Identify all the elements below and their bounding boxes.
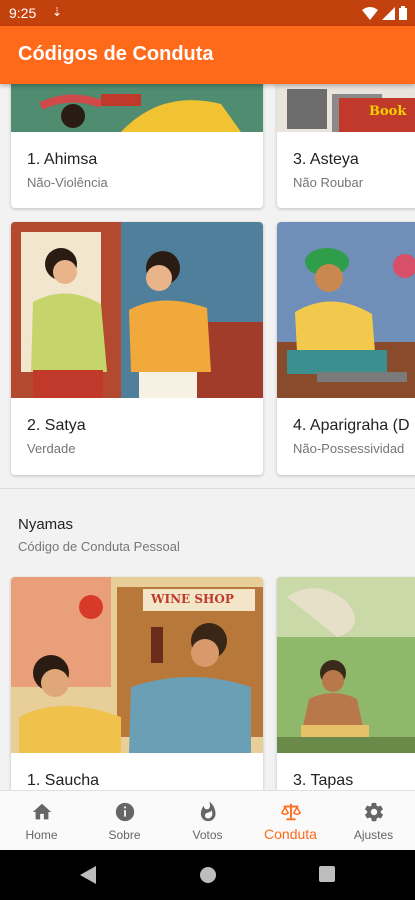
content-scroll[interactable]: 1. Ahimsa Não-Violência Book 3. Asteya N… [0, 84, 415, 790]
status-time: 9:25 [9, 5, 37, 21]
card-asteya[interactable]: Book 3. Asteya Não Roubar [277, 84, 415, 208]
app-bar: Códigos de Conduta [0, 26, 415, 84]
gear-icon [364, 802, 383, 822]
nav-label: Sobre [108, 828, 141, 842]
status-bar: 9:25 ⇣ [0, 0, 415, 26]
section-divider [0, 488, 415, 489]
nav-home[interactable]: Home [0, 791, 83, 850]
card-subtitle: Verdade [27, 441, 76, 456]
back-icon[interactable] [80, 866, 96, 884]
book-sign: Book [369, 104, 407, 119]
section-title: Nyamas [18, 516, 74, 533]
recents-icon[interactable] [319, 866, 335, 882]
card-title: 3. Tapas [293, 772, 354, 789]
card-subtitle: Não Roubar [293, 175, 364, 190]
card-ahimsa[interactable]: 1. Ahimsa Não-Violência [11, 84, 263, 208]
signal-icon [382, 6, 395, 20]
card-subtitle: Não-Possessividad [293, 441, 405, 456]
card-tapas[interactable]: 3. Tapas [277, 577, 415, 790]
card-title: 1. Ahimsa [27, 151, 98, 168]
home-icon [32, 803, 51, 820]
aparigraha-illustration [277, 222, 415, 398]
nav-label: Conduta [264, 826, 317, 842]
card-title: 3. Asteya [293, 151, 359, 168]
scales-icon [280, 803, 301, 821]
card-title: 2. Satya [27, 417, 86, 434]
nav-label: Home [25, 828, 58, 842]
nav-ajustes[interactable]: Ajustes [332, 791, 415, 850]
nav-sobre[interactable]: Sobre [83, 791, 166, 850]
battery-icon [399, 6, 407, 20]
home-circle-icon[interactable] [199, 866, 217, 884]
card-saucha[interactable]: WINE SHOP 1. Saucha [11, 577, 263, 790]
bottom-nav: Home Sobre Votos Conduta Ajustes [0, 790, 415, 850]
ahimsa-illustration [11, 84, 263, 132]
status-icons [362, 6, 407, 20]
nav-label: Votos [192, 828, 223, 842]
info-icon [115, 802, 134, 822]
wine-shop-sign: WINE SHOP [151, 592, 234, 606]
card-title: 1. Saucha [27, 772, 100, 789]
card-title: 4. Aparigraha (D [293, 417, 410, 434]
nav-votos[interactable]: Votos [166, 791, 249, 850]
wifi-icon [362, 6, 378, 20]
tapas-illustration [277, 577, 415, 753]
nav-label: Ajustes [353, 828, 394, 842]
card-satya[interactable]: 2. Satya Verdade [11, 222, 263, 475]
download-icon: ⇣ [52, 5, 63, 19]
satya-illustration [11, 222, 263, 398]
page-title: Códigos de Conduta [18, 43, 214, 65]
system-nav-bar [0, 850, 415, 900]
flame-icon [200, 801, 216, 822]
section-subtitle: Código de Conduta Pessoal [18, 539, 180, 554]
card-aparigraha[interactable]: 4. Aparigraha (D Não-Possessividad [277, 222, 415, 475]
card-subtitle: Não-Violência [27, 175, 108, 190]
nav-conduta[interactable]: Conduta [249, 791, 332, 850]
